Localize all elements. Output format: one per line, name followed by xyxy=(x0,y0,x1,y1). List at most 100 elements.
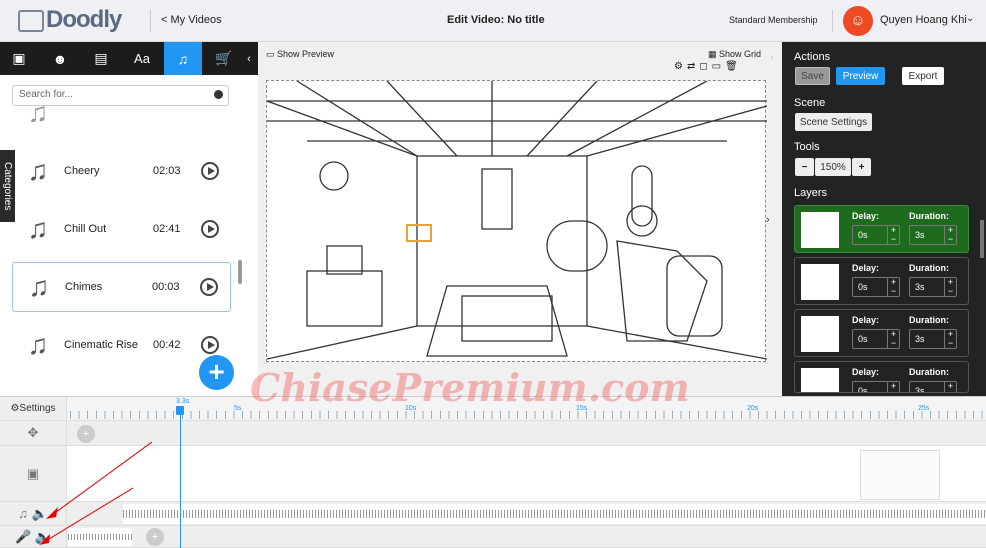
user-name[interactable]: Quyen Hoang Khi xyxy=(880,14,967,26)
layer-item[interactable]: Delay: Duration: 0s +− 3s +− xyxy=(794,309,969,357)
scene-settings-button[interactable]: Scene Settings xyxy=(795,113,872,131)
chevron-down-icon[interactable]: ⌄ xyxy=(966,13,974,24)
canvas-area: ▭ Show Preview ▦ Show Grid ⚙⇄◻▭🗑 › xyxy=(258,42,782,396)
delay-input[interactable]: 0s +− xyxy=(852,225,900,245)
delay-input[interactable]: 0s +− xyxy=(852,329,900,349)
music-note-icon: ♫ xyxy=(27,329,49,360)
play-icon[interactable] xyxy=(201,220,219,238)
track-name: Chill Out xyxy=(64,223,107,235)
scene-canvas[interactable] xyxy=(266,80,768,362)
delay-stepper[interactable]: +− xyxy=(887,226,899,244)
text-icon[interactable]: Aa xyxy=(123,42,161,75)
track-duration: 02:03 xyxy=(153,165,181,177)
layer-item[interactable]: Delay: Duration: 0s +− 3s +− xyxy=(794,205,969,253)
scrollbar[interactable] xyxy=(238,260,242,284)
clear-search-icon[interactable] xyxy=(214,90,223,99)
duration-value: 3s xyxy=(915,282,925,292)
zoom-out-button[interactable]: − xyxy=(795,158,814,176)
playhead-handle[interactable] xyxy=(176,406,184,415)
delay-label: Delay: xyxy=(852,367,880,377)
settings-icon[interactable]: ⚙ xyxy=(674,61,687,72)
flip-icon[interactable]: ⇄ xyxy=(687,61,699,72)
collapse-right-icon[interactable]: › xyxy=(770,50,774,64)
delay-stepper[interactable]: +− xyxy=(887,330,899,348)
play-icon[interactable] xyxy=(201,162,219,180)
actions-heading: Actions xyxy=(794,51,831,63)
comment-icon[interactable]: ▭ xyxy=(712,61,725,72)
layers-scrollbar[interactable] xyxy=(980,220,984,258)
layer-item[interactable]: Delay: Duration: 0s +− 3s +− xyxy=(794,257,969,305)
list-item[interactable]: ♫ Cinematic Rise 00:42 xyxy=(12,320,231,370)
save-button[interactable]: Save xyxy=(795,67,830,85)
delay-input[interactable]: 0s +− xyxy=(852,277,900,297)
music-icon[interactable]: ♫ xyxy=(164,42,202,75)
duration-input[interactable]: 3s +− xyxy=(909,329,957,349)
categories-tab[interactable]: Categories xyxy=(0,150,15,222)
tick-label: 5s xyxy=(234,405,242,412)
duration-input[interactable]: 3s +− xyxy=(909,225,957,245)
collapse-left-icon[interactable]: ‹ xyxy=(240,42,258,75)
show-grid-toggle[interactable]: ▦ Show Grid xyxy=(708,49,761,60)
tools-heading: Tools xyxy=(794,141,820,153)
list-item-selected[interactable]: ♫ Chimes 00:03 xyxy=(12,262,231,312)
play-icon[interactable] xyxy=(201,336,219,354)
delay-value: 0s xyxy=(858,334,868,344)
duration-input[interactable]: 3s +− xyxy=(909,277,957,297)
zoom-level: 150% xyxy=(815,158,851,176)
doodly-logo[interactable]: Doodly xyxy=(18,6,122,34)
duration-stepper[interactable]: +− xyxy=(944,382,956,392)
settings-label: Settings xyxy=(19,403,56,414)
avatar[interactable]: ☺ xyxy=(843,6,873,36)
cart-icon[interactable]: 🛒 xyxy=(205,42,243,75)
track-name: Chimes xyxy=(65,281,103,293)
delay-label: Delay: xyxy=(852,211,880,221)
duration-input[interactable]: 3s +− xyxy=(909,381,957,392)
props-icon[interactable]: ▤ xyxy=(82,42,120,75)
my-videos-link[interactable]: < My Videos xyxy=(161,14,222,26)
delay-stepper[interactable]: +− xyxy=(887,382,899,392)
add-button[interactable]: + xyxy=(199,355,234,390)
settings-button[interactable]: ⚙ Settings xyxy=(0,397,67,420)
export-button[interactable]: Export xyxy=(902,67,944,85)
track-name: Cinematic Rise xyxy=(64,339,138,351)
layer-thumbnail xyxy=(801,368,839,392)
layers-heading: Layers xyxy=(794,187,828,199)
divider xyxy=(150,10,151,32)
characters-icon[interactable]: ☻ xyxy=(41,42,79,75)
playhead[interactable] xyxy=(180,407,181,548)
zoom-in-button[interactable]: + xyxy=(852,158,871,176)
layer-thumbnail xyxy=(801,212,839,248)
scene-thumbnail[interactable] xyxy=(860,450,940,500)
music-note-icon: ♫ xyxy=(28,271,50,302)
duration-stepper[interactable]: +− xyxy=(944,278,956,296)
track-duration: 00:03 xyxy=(152,281,180,293)
membership-label: Standard Membership xyxy=(729,15,818,25)
duration-label: Duration: xyxy=(909,211,949,221)
preview-button[interactable]: Preview xyxy=(836,67,885,85)
search-input[interactable]: Search for... xyxy=(12,85,229,106)
layer-item[interactable]: Delay: Duration: 0s +− 3s +− xyxy=(794,361,969,393)
delay-label: Delay: xyxy=(852,315,880,325)
play-icon[interactable] xyxy=(200,278,218,296)
canvas-tools: ⚙⇄◻▭🗑 xyxy=(674,61,742,72)
list-item[interactable]: ♫ Cheery 02:03 xyxy=(12,146,231,196)
expand-right-icon[interactable]: › xyxy=(766,214,770,226)
music-waveform[interactable] xyxy=(123,504,986,524)
image-icon[interactable]: ▣ xyxy=(0,42,38,75)
delay-input[interactable]: 0s +− xyxy=(852,381,900,393)
show-preview-toggle[interactable]: ▭ Show Preview xyxy=(266,49,334,60)
duration-value: 3s xyxy=(915,334,925,344)
delay-value: 0s xyxy=(858,386,868,393)
timeline: ⚙ Settings 3.3s 5s 10s 15s 20s 25s ✥ + ▣ ♫… xyxy=(0,396,986,548)
delay-stepper[interactable]: +− xyxy=(887,278,899,296)
music-note-icon: ♫ xyxy=(27,104,49,122)
tick-label: 25s xyxy=(918,405,930,412)
duration-stepper[interactable]: +− xyxy=(944,330,956,348)
resize-icon[interactable]: ◻ xyxy=(699,61,711,72)
header: Doodly < My Videos Edit Video: No title … xyxy=(0,0,986,42)
list-item[interactable]: ♫ Chill Out 02:41 xyxy=(12,204,231,254)
trash-icon[interactable]: 🗑 xyxy=(725,61,742,72)
duration-stepper[interactable]: +− xyxy=(944,226,956,244)
list-item-partial[interactable]: ♫ xyxy=(12,104,231,122)
delay-value: 0s xyxy=(858,230,868,240)
